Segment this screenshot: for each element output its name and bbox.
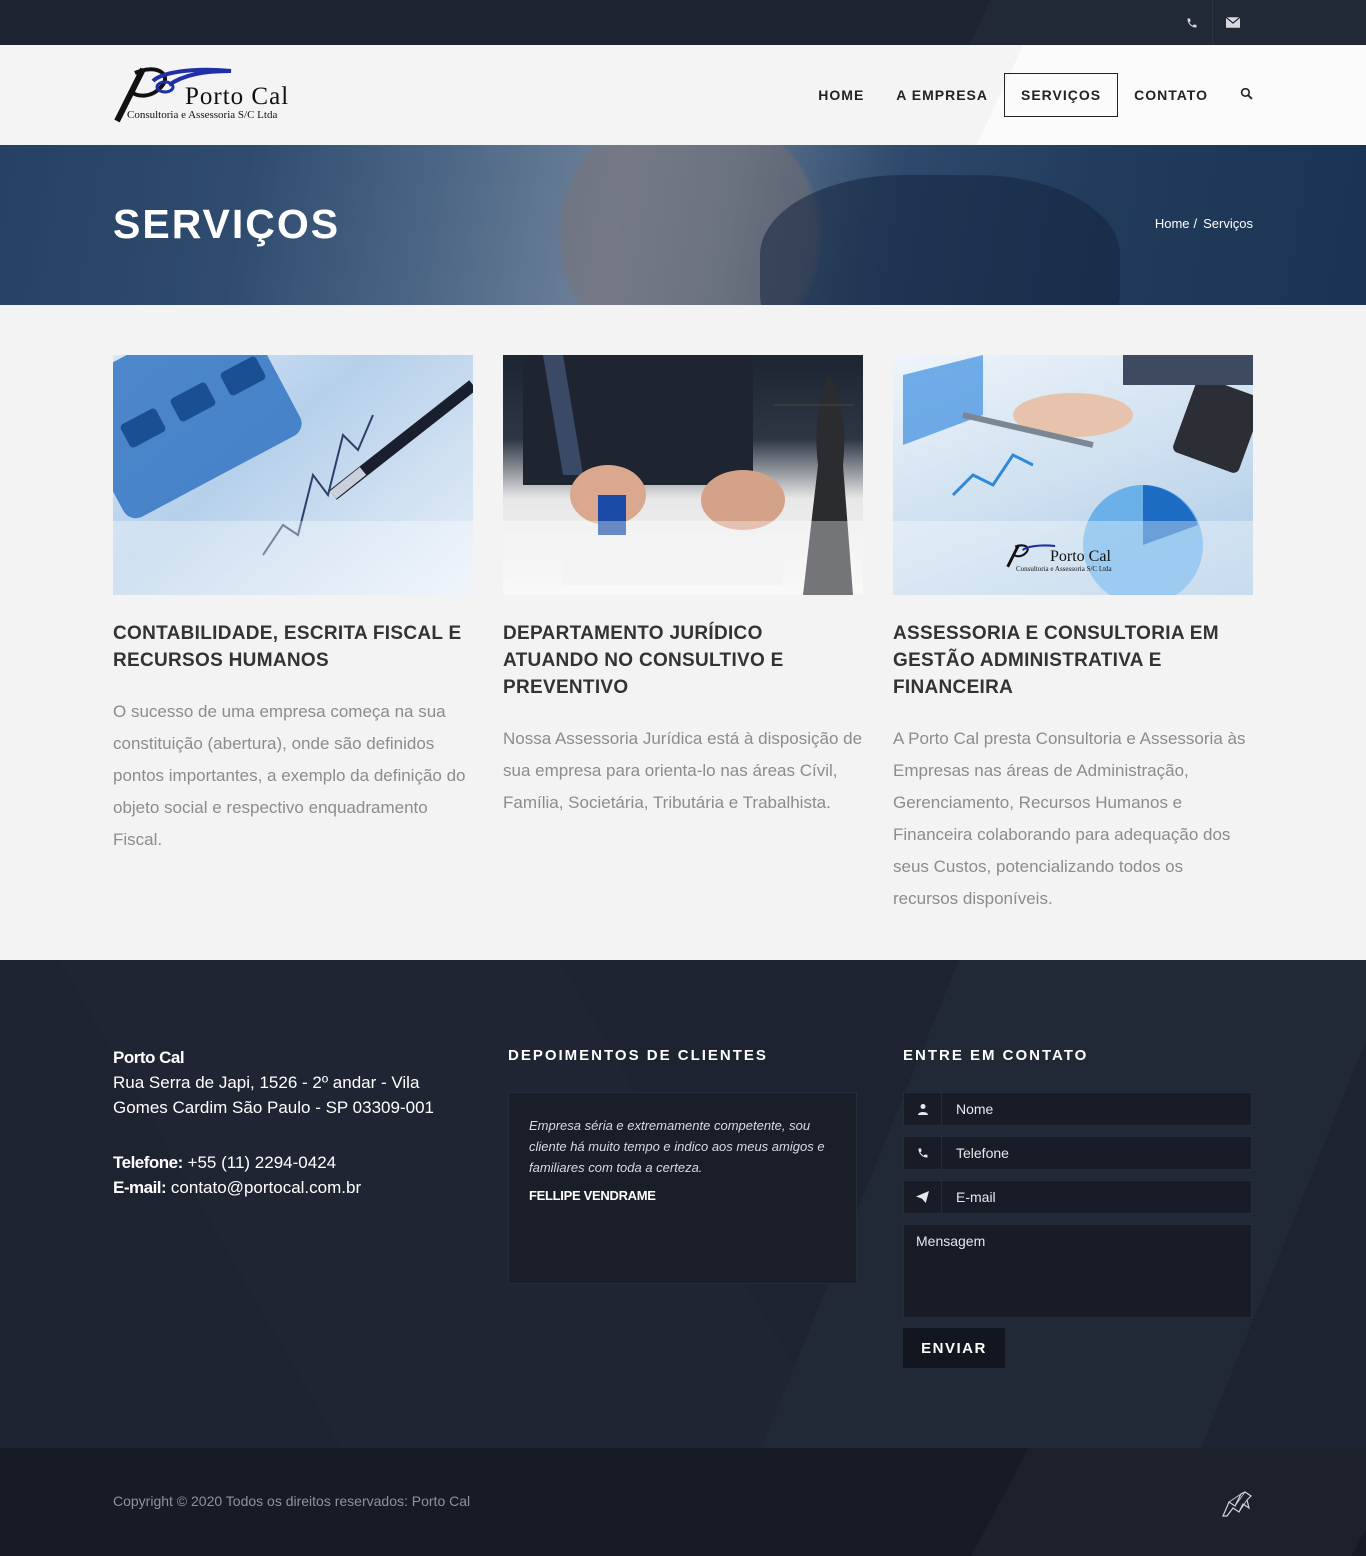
- paper-plane-icon: [904, 1181, 942, 1213]
- phone-icon[interactable]: [1171, 0, 1212, 45]
- service-image-fade: [113, 521, 473, 595]
- testimonials: DEPOIMENTOS DE CLIENTES Empresa séria e …: [508, 1045, 858, 1284]
- breadcrumb-separator: /: [1193, 216, 1198, 231]
- phone-field-wrapper: [903, 1136, 1252, 1170]
- email-input[interactable]: [942, 1181, 1251, 1213]
- copyright-bar: Copyright © 2020 Todos os direitos reser…: [0, 1448, 1366, 1556]
- email-field-wrapper: [903, 1180, 1252, 1214]
- service-card-contabilidade: CONTABILIDADE, ESCRITA FISCAL E RECURSOS…: [113, 355, 473, 856]
- service-title: CONTABILIDADE, ESCRITA FISCAL E RECURSOS…: [113, 623, 462, 671]
- service-image-legal: [503, 355, 863, 595]
- breadcrumb: Home / Serviços: [1155, 216, 1253, 231]
- page-banner: SERVIÇOS Home / Serviços: [0, 145, 1366, 305]
- user-icon: [904, 1093, 942, 1125]
- footer-address: Porto Cal Rua Serra de Japi, 1526 - 2º a…: [113, 1045, 463, 1200]
- message-field-wrapper: [903, 1224, 1252, 1318]
- contact-fields: ENVIAR: [903, 1092, 1252, 1368]
- logo-tagline: Consultoria e Assessoria S/C Ltda: [127, 109, 278, 121]
- service-image-financial-charts: Porto Cal Consultoria e Assessoria S/C L…: [893, 355, 1253, 595]
- top-bar-icons: [1171, 0, 1253, 45]
- footer-email: E-mail: contato@portocal.com.br: [113, 1175, 463, 1200]
- breadcrumb-home[interactable]: Home: [1155, 216, 1190, 231]
- testimonial-card: Empresa séria e extremamente competente,…: [508, 1092, 857, 1284]
- nav-item-home[interactable]: HOME: [802, 73, 880, 117]
- page-title: SERVIÇOS: [113, 201, 341, 247]
- email-value[interactable]: contato@portocal.com.br: [171, 1178, 361, 1197]
- nav-item-servicos[interactable]: SERVIÇOS: [1004, 73, 1119, 117]
- footer-company-name: Porto Cal: [113, 1048, 185, 1067]
- message-textarea[interactable]: [904, 1225, 1251, 1317]
- testimonial-quote: Empresa séria e extremamente competente,…: [529, 1118, 825, 1175]
- phone-icon: [904, 1137, 942, 1169]
- name-input[interactable]: [942, 1093, 1251, 1125]
- top-bar-decoration: [969, 0, 1366, 45]
- footer-address-text: Rua Serra de Japi, 1526 - 2º andar - Vil…: [113, 1073, 434, 1117]
- image-logo-tagline: Consultoria e Assessoria S/C Ltda: [1016, 565, 1112, 573]
- envelope-icon[interactable]: [1212, 0, 1253, 45]
- contact-form: ENTRE EM CONTATO Nome Telefone E-mail Me…: [903, 1045, 1252, 1368]
- service-card-juridico: DEPARTAMENTO JURÍDICO ATUANDO NO CONSULT…: [503, 355, 863, 819]
- service-description: Nossa Assessoria Jurídica está à disposi…: [503, 729, 863, 812]
- service-title: DEPARTAMENTO JURÍDICO ATUANDO NO CONSULT…: [503, 623, 784, 698]
- main-nav: HOME A EMPRESA SERVIÇOS CONTATO: [802, 73, 1253, 117]
- service-description: O sucesso de uma empresa começa na sua c…: [113, 702, 466, 849]
- send-button[interactable]: ENVIAR: [903, 1328, 1005, 1368]
- name-field-wrapper: [903, 1092, 1252, 1126]
- service-image-calculator: [113, 355, 473, 595]
- contact-heading: ENTRE EM CONTATO: [903, 1047, 1089, 1064]
- logo-brand: Porto Cal: [185, 83, 290, 110]
- phone-value[interactable]: +55 (11) 2294-0424: [188, 1153, 337, 1172]
- service-description: A Porto Cal presta Consultoria e Assesso…: [893, 729, 1246, 908]
- phone-label: Telefone:: [113, 1153, 183, 1172]
- image-logo-brand: Porto Cal: [1050, 548, 1111, 565]
- footer-phone: Telefone: +55 (11) 2294-0424: [113, 1150, 463, 1175]
- search-icon[interactable]: [1224, 87, 1253, 103]
- site-header: Porto Cal Consultoria e Assessoria S/C L…: [0, 45, 1366, 145]
- top-bar: [0, 0, 1366, 45]
- developer-logo-icon[interactable]: [1221, 1488, 1253, 1518]
- breadcrumb-current: Serviços: [1203, 216, 1253, 231]
- email-label: E-mail:: [113, 1178, 167, 1197]
- bottom-decoration: [971, 1448, 1366, 1556]
- nav-item-contato[interactable]: CONTATO: [1118, 73, 1224, 117]
- site-footer: Porto Cal Rua Serra de Japi, 1526 - 2º a…: [0, 960, 1366, 1448]
- testimonials-heading: DEPOIMENTOS DE CLIENTES: [508, 1047, 768, 1064]
- nav-item-empresa[interactable]: A EMPRESA: [880, 73, 1004, 117]
- site-logo[interactable]: Porto Cal Consultoria e Assessoria S/C L…: [113, 65, 313, 125]
- phone-input[interactable]: [942, 1137, 1251, 1169]
- service-image-logo: Porto Cal Consultoria e Assessoria S/C L…: [1006, 538, 1136, 578]
- service-card-assessoria: Porto Cal Consultoria e Assessoria S/C L…: [893, 355, 1253, 915]
- service-title: ASSESSORIA E CONSULTORIA EM GESTÃO ADMIN…: [893, 623, 1219, 698]
- copyright-text: Copyright © 2020 Todos os direitos reser…: [113, 1493, 471, 1509]
- testimonial-author: FELLIPE VENDRAME: [529, 1188, 656, 1203]
- service-image-fade: [503, 521, 863, 595]
